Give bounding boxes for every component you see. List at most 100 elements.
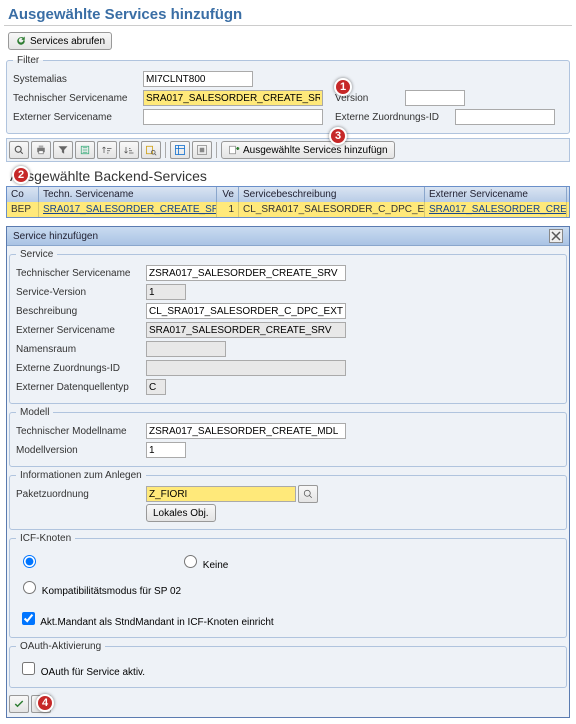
version-input[interactable] (405, 90, 465, 106)
callout-4: 4 (36, 694, 54, 712)
print-icon[interactable] (31, 141, 51, 159)
toolbar-divider (165, 142, 166, 158)
svc-dq-label: Externer Datenquellentyp (16, 382, 146, 393)
sort-desc-icon[interactable] (119, 141, 139, 159)
export-icon[interactable] (75, 141, 95, 159)
extid-input[interactable] (455, 109, 555, 125)
backend-services-grid: Co Techn. Servicename Ve Servicebeschrei… (6, 186, 570, 218)
techname-input[interactable] (143, 90, 323, 106)
add-selected-services-label: Ausgewählte Services hinzufügn (243, 145, 388, 156)
radio-compat-input[interactable] (23, 581, 36, 594)
grid-row[interactable]: BEP SRA017_SALESORDER_CREATE_SRV 1 CL_SR… (7, 202, 569, 217)
grid-toolbar: Ausgewählte Services hinzufügn (6, 138, 570, 162)
local-object-button[interactable]: Lokales Obj. (146, 504, 216, 522)
svc-ns-label: Namensraum (16, 344, 146, 355)
cell-techname-link[interactable]: SRA017_SALESORDER_CREATE_SRV (43, 204, 217, 215)
find-icon[interactable] (141, 141, 161, 159)
model-name-label: Technischer Modellname (16, 426, 146, 437)
cb-mandant[interactable]: Akt.Mandant als StndMandant in ICF-Knote… (18, 609, 274, 628)
toolbar-divider (216, 142, 217, 158)
refresh-services-button[interactable]: Services abrufen (8, 32, 112, 50)
callout-1: 1 (334, 78, 352, 96)
settings-icon[interactable] (192, 141, 212, 159)
anlegen-legend: Informationen zum Anlegen (16, 470, 146, 481)
cell-ext-link[interactable]: SRA017_SALESORDER_CREATE_SRV (429, 204, 567, 215)
col-header-ext[interactable]: Externer Servicename (425, 187, 567, 202)
close-icon[interactable] (549, 229, 563, 243)
cell-techname[interactable]: SRA017_SALESORDER_CREATE_SRV (39, 202, 217, 217)
callout-2: 2 (12, 166, 30, 184)
grid-heading: Ausgewählte Backend-Services (4, 166, 572, 186)
col-header-co[interactable]: Co (7, 187, 39, 202)
model-ver-label: Modellversion (16, 445, 146, 456)
radio-none-input[interactable] (184, 555, 197, 568)
cb-mandant-input[interactable] (22, 612, 35, 625)
details-icon[interactable] (9, 141, 29, 159)
techname-label: Technischer Servicename (13, 93, 143, 104)
col-header-desc[interactable]: Servicebeschreibung (239, 187, 425, 202)
svc-desc-label: Beschreibung (16, 306, 146, 317)
filter-icon[interactable] (53, 141, 73, 159)
pkg-label: Paketzuordnung (16, 489, 146, 500)
radio-none-label: Keine (203, 560, 229, 571)
add-selected-services-button[interactable]: Ausgewählte Services hinzufügn (221, 141, 395, 159)
svc-extid-label: Externe Zuordnungs-ID (16, 363, 146, 374)
filter-group: Filter Systemalias Technischer Servicena… (6, 55, 570, 134)
cell-desc: CL_SRA017_SALESORDER_C_DPC_EXT (239, 202, 425, 217)
cb-oauth-label: OAuth für Service aktiv. (41, 667, 145, 678)
model-ver-input[interactable] (146, 442, 186, 458)
service-legend: Service (16, 249, 57, 260)
dialog-titlebar: Service hinzufügen (7, 227, 569, 246)
svc-ns-input[interactable] (146, 341, 226, 357)
svc-dq-input[interactable] (146, 379, 166, 395)
svc-extname-label: Externer Servicename (16, 325, 146, 336)
extname-input[interactable] (143, 109, 323, 125)
model-name-input[interactable] (146, 423, 346, 439)
cb-oauth[interactable]: OAuth für Service aktiv. (18, 659, 145, 678)
refresh-services-label: Services abrufen (30, 36, 105, 47)
service-group: Service Technischer Servicename Service-… (9, 249, 567, 404)
svc-techname-input[interactable] (146, 265, 346, 281)
sysalias-label: Systemalias (13, 74, 143, 85)
local-object-label: Lokales Obj. (153, 508, 209, 519)
oauth-legend: OAuth-Aktivierung (16, 641, 105, 652)
col-header-version[interactable]: Ve (217, 187, 239, 202)
radio-compat-label: Kompatibilitätsmodus für SP 02 (42, 586, 181, 597)
dialog-title: Service hinzufügen (13, 231, 98, 242)
cb-oauth-input[interactable] (22, 662, 35, 675)
svc-desc-input[interactable] (146, 303, 346, 319)
radio-compat[interactable]: Kompatibilitätsmodus für SP 02 (18, 578, 181, 597)
grid-header-row: Co Techn. Servicename Ve Servicebeschrei… (7, 187, 569, 202)
col-header-techname[interactable]: Techn. Servicename (39, 187, 217, 202)
filter-legend: Filter (13, 55, 43, 66)
model-legend: Modell (16, 407, 53, 418)
radio-default-input[interactable] (23, 555, 36, 568)
pkg-input[interactable] (146, 486, 296, 502)
model-group: Modell Technischer Modellname Modellvers… (9, 407, 567, 467)
page-title: Ausgewählte Services hinzufügn (4, 4, 572, 26)
extname-label: Externer Servicename (13, 112, 143, 123)
cell-version: 1 (217, 202, 239, 217)
callout-3: 3 (329, 127, 347, 145)
oauth-group: OAuth-Aktivierung OAuth für Service akti… (9, 641, 567, 688)
svc-version-label: Service-Version (16, 287, 146, 298)
icf-legend: ICF-Knoten (16, 533, 75, 544)
svc-extname-input[interactable] (146, 322, 346, 338)
svc-version-input[interactable] (146, 284, 186, 300)
icf-group: ICF-Knoten Keine Kompatibilitätsmodus fü… (9, 533, 567, 638)
anlegen-group: Informationen zum Anlegen Paketzuordnung… (9, 470, 567, 530)
svc-techname-label: Technischer Servicename (16, 268, 146, 279)
radio-none[interactable]: Keine (179, 552, 228, 571)
ok-button[interactable] (9, 695, 29, 713)
add-service-dialog: Service hinzufügen Service Technischer S… (6, 226, 570, 718)
cell-ext[interactable]: SRA017_SALESORDER_CREATE_SRV (425, 202, 567, 217)
sort-asc-icon[interactable] (97, 141, 117, 159)
radio-default[interactable] (18, 552, 39, 571)
cb-mandant-label: Akt.Mandant als StndMandant in ICF-Knote… (40, 617, 273, 628)
extid-label: Externe Zuordnungs-ID (335, 112, 455, 123)
svc-extid-input[interactable] (146, 360, 346, 376)
cell-co: BEP (7, 202, 39, 217)
layout-icon[interactable] (170, 141, 190, 159)
sysalias-input[interactable] (143, 71, 253, 87)
pkg-search-icon[interactable] (298, 485, 318, 503)
